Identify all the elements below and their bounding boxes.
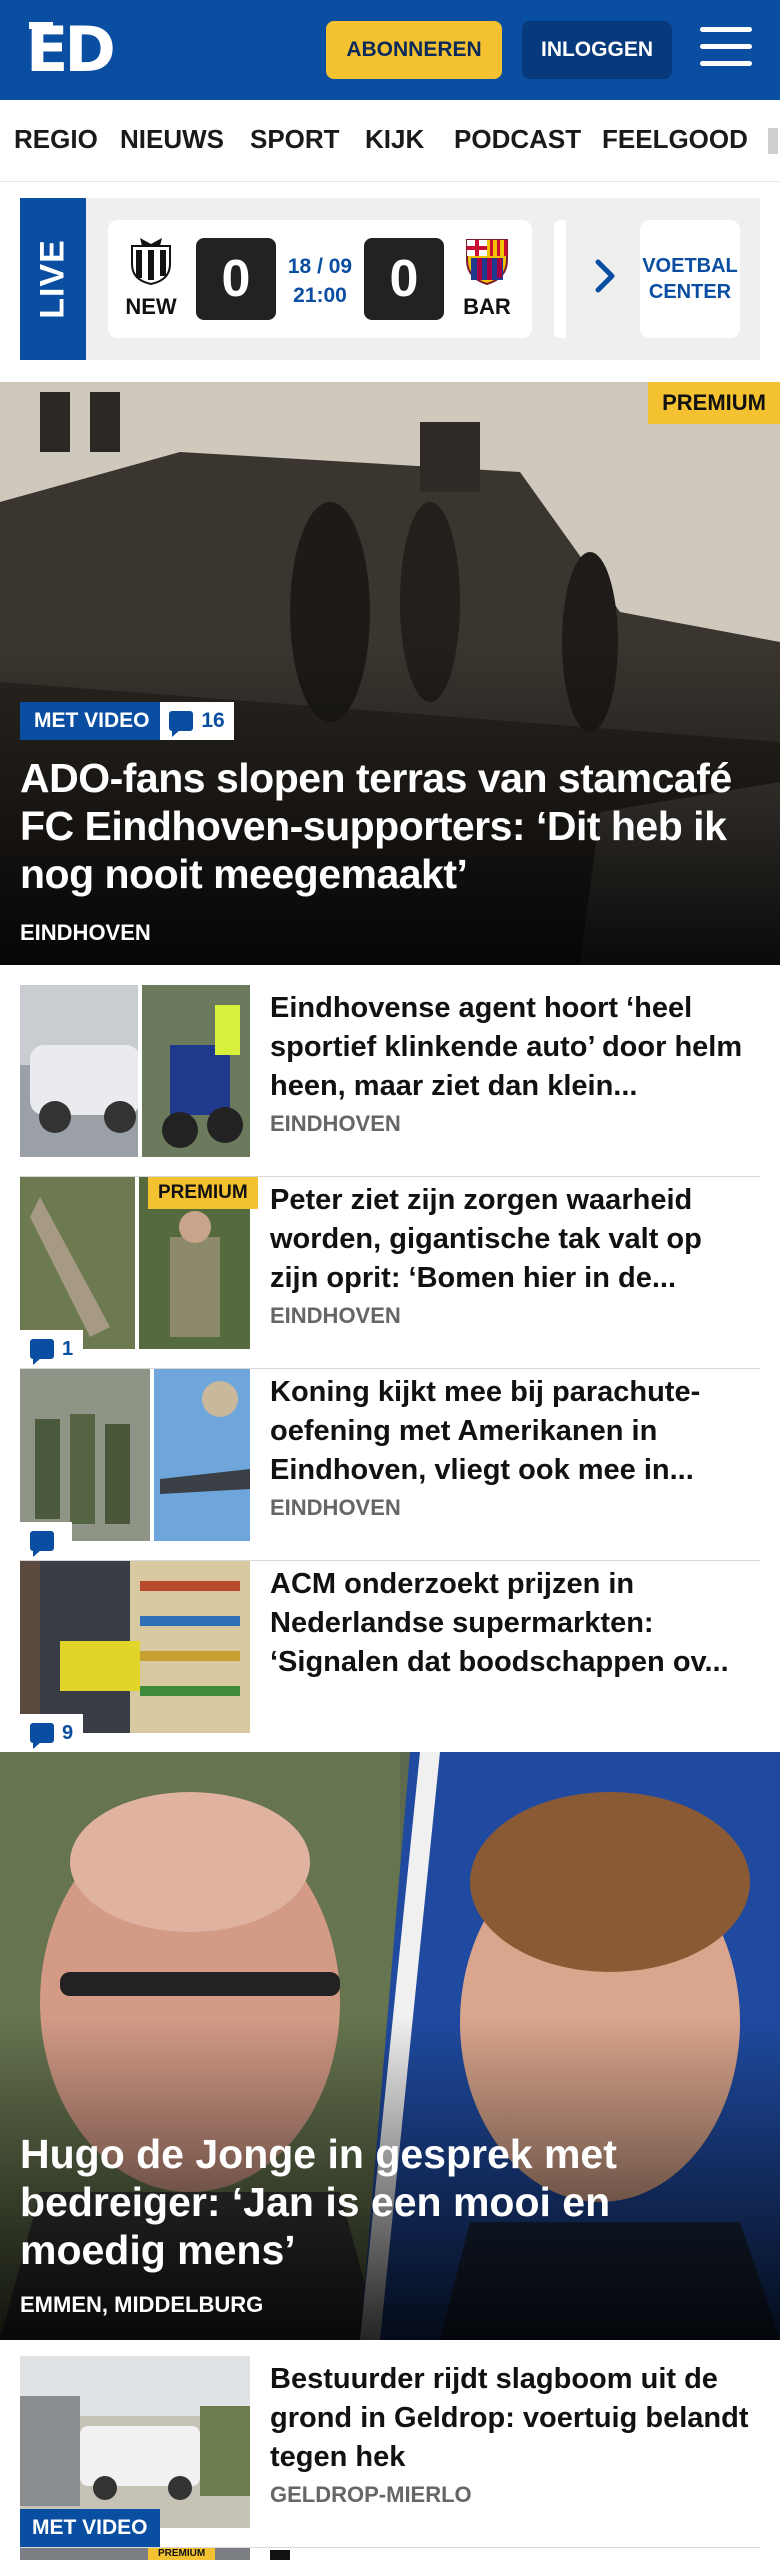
article-thumbnail	[20, 1369, 250, 1541]
comment-count-value: 16	[201, 709, 225, 732]
live-match-card[interactable]: NEW 0 18 / 09 21:00 0 BAR	[108, 220, 532, 338]
live-label: LIVE	[20, 198, 86, 360]
featured-article[interactable]: Hugo de Jonge in gesprek met bedreiger: …	[0, 1752, 780, 2340]
article-thumbnail	[20, 2356, 250, 2528]
comment-count[interactable]	[20, 1522, 72, 1560]
featured-title[interactable]: Hugo de Jonge in gesprek met bedreiger: …	[20, 2130, 760, 2274]
comment-icon	[169, 711, 194, 737]
comment-count[interactable]: 16	[160, 702, 234, 740]
premium-badge: PREMIUM	[148, 2548, 216, 2560]
comment-count[interactable]: 9	[20, 1714, 84, 1752]
nav-item-nieuws[interactable]: NIEUWS	[120, 124, 224, 155]
article-title[interactable]: Koning kijkt mee bij parachute-oefening …	[270, 1373, 750, 1490]
article-location: EINDHOVEN	[270, 1303, 401, 1328]
live-scores-strip: LIVE NEW 0 18 / 09 21:00 0 BAR VOETBAL C…	[20, 198, 760, 360]
video-tag: MET VIDEO	[20, 2509, 160, 2547]
article-thumbnail	[20, 985, 250, 1157]
comment-icon	[30, 1339, 54, 1365]
subscribe-button[interactable]: ABONNEREN	[326, 21, 502, 79]
away-team-code: BAR	[463, 294, 511, 319]
article-title[interactable]: Eindhovense agent hoort ‘heel sportief k…	[270, 989, 750, 1106]
next-article-thumbnail-peek[interactable]: PREMIUM	[20, 2548, 250, 2560]
chevron-right-icon[interactable]	[590, 256, 620, 296]
article-title[interactable]: ACM onderzoekt prijzen in Nederlandse su…	[270, 1565, 750, 1682]
article-thumbnail	[20, 1561, 250, 1733]
article-location: GELDROP-MIERLO	[270, 2482, 472, 2507]
list-item[interactable]: Koning kijkt mee bij parachute-oefening …	[20, 1369, 760, 1561]
hero-article[interactable]: PREMIUM MET VIDEO 16 ADO-fans slopen ter…	[0, 382, 780, 965]
list-item[interactable]: 9 ACM onderzoekt prijzen in Nederlandse …	[20, 1561, 760, 1753]
match-date: 18 / 09	[287, 255, 353, 278]
article-location: EINDHOVEN	[270, 1111, 401, 1136]
featured-location: EMMEN, MIDDELBURG	[20, 2292, 264, 2317]
section-nav: REGIO NIEUWS SPORT KIJK PODCAST FEELGOOD	[0, 100, 780, 182]
match-time: 21:00	[293, 284, 347, 307]
nav-item-feelgood[interactable]: FEELGOOD	[602, 124, 748, 155]
list-item[interactable]: PREMIUM 1 Peter ziet zijn zorgen waarhei…	[20, 1177, 760, 1369]
comment-count-value: 1	[62, 1337, 74, 1360]
article-title[interactable]: Peter ziet zijn zorgen waarheid worden, …	[270, 1181, 750, 1298]
match-datetime: 18 / 09 21:00	[284, 252, 356, 310]
comment-count-value: 9	[62, 1721, 74, 1744]
nav-item-kijk[interactable]: KIJK	[365, 124, 424, 155]
hero-location: EINDHOVEN	[20, 920, 151, 945]
next-match-card-peek[interactable]	[554, 220, 566, 338]
article-title[interactable]: Bestuurder rijdt slagboom uit de grond i…	[270, 2360, 750, 2477]
site-header: ED ABONNEREN INLOGGEN	[0, 0, 780, 100]
premium-badge: PREMIUM	[648, 382, 780, 424]
nav-item-podcast[interactable]: PODCAST	[454, 124, 581, 155]
login-button[interactable]: INLOGGEN	[522, 21, 672, 79]
comment-icon	[30, 1531, 54, 1557]
nav-overflow-hint	[768, 128, 778, 154]
comment-count[interactable]: 1	[20, 1330, 84, 1368]
home-score: 0	[196, 238, 276, 320]
list-item[interactable]: Eindhovense agent hoort ‘heel sportief k…	[20, 985, 760, 1177]
premium-badge: PREMIUM	[148, 1177, 258, 1209]
hero-title[interactable]: ADO-fans slopen terras van stamcafé FC E…	[20, 754, 760, 898]
hamburger-menu-icon[interactable]	[700, 27, 752, 71]
nav-item-sport[interactable]: SPORT	[250, 124, 340, 155]
newcastle-crest-icon	[131, 238, 171, 286]
barcelona-crest-icon	[466, 239, 508, 286]
article-location: EINDHOVEN	[270, 1495, 401, 1520]
home-team-code: NEW	[125, 294, 177, 319]
nav-item-regio[interactable]: REGIO	[14, 124, 98, 155]
site-logo[interactable]: ED	[26, 19, 116, 81]
away-score: 0	[364, 238, 444, 320]
next-article-title-peek	[270, 2550, 290, 2560]
voetbal-center-link[interactable]: VOETBAL CENTER	[640, 220, 740, 338]
comment-icon	[30, 1723, 54, 1749]
list-item[interactable]: MET VIDEO Bestuurder rijdt slagboom uit …	[20, 2356, 760, 2548]
video-tag: MET VIDEO	[20, 702, 164, 740]
